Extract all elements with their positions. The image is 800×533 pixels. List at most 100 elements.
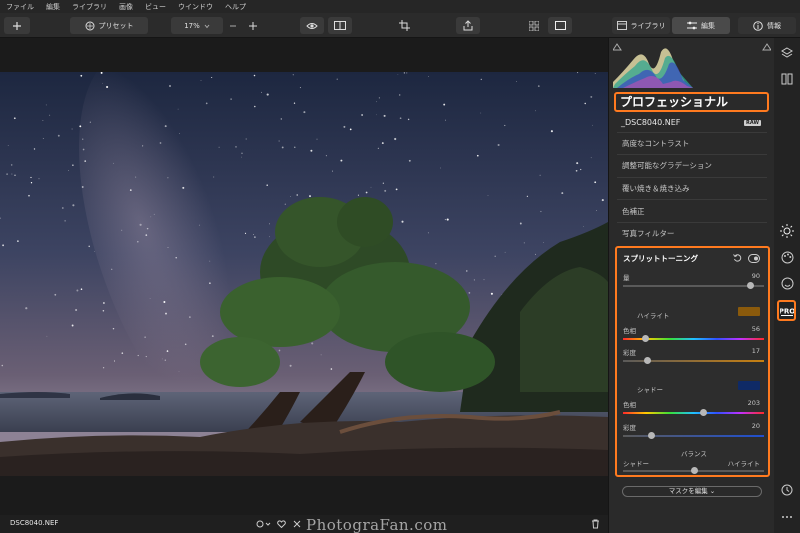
tool-adjustable-gradient[interactable]: 調整可能なグラデーション xyxy=(622,160,712,171)
zoom-out-button[interactable] xyxy=(226,17,240,34)
balance-slider-handle[interactable] xyxy=(690,467,698,474)
color-label-icon[interactable] xyxy=(256,520,272,528)
menu-edit[interactable]: 編集 xyxy=(46,2,60,12)
star xyxy=(519,222,522,225)
trash-icon[interactable] xyxy=(591,519,600,529)
photo-canvas-area[interactable] xyxy=(0,38,608,515)
star xyxy=(6,173,8,175)
add-button[interactable] xyxy=(4,17,30,34)
star xyxy=(376,101,378,103)
section-title-professional[interactable]: プロフェッショナル xyxy=(614,92,769,112)
reset-icon[interactable] xyxy=(733,254,742,263)
menu-view[interactable]: ビュー xyxy=(145,2,166,12)
menu-file[interactable]: ファイル xyxy=(6,2,34,12)
star xyxy=(241,156,242,158)
star xyxy=(179,133,181,134)
menu-library[interactable]: ライブラリ xyxy=(72,2,107,12)
shadows-hue-handle[interactable] xyxy=(699,409,707,416)
star xyxy=(435,263,437,265)
balance-slider[interactable] xyxy=(623,467,764,474)
star xyxy=(253,74,256,77)
reject-icon[interactable] xyxy=(293,520,301,528)
crop-button[interactable] xyxy=(392,17,416,34)
highlights-saturation-handle[interactable] xyxy=(643,357,651,364)
star xyxy=(445,119,447,121)
single-view-button[interactable] xyxy=(548,17,572,34)
menu-window[interactable]: ウインドウ xyxy=(178,2,213,12)
essentials-button[interactable] xyxy=(778,222,796,240)
zoom-select[interactable]: 17% xyxy=(171,17,223,34)
star xyxy=(213,176,215,178)
star xyxy=(129,189,132,191)
share-button[interactable] xyxy=(456,17,480,34)
zoom-in-button[interactable] xyxy=(246,17,260,34)
highlights-saturation-slider[interactable] xyxy=(623,357,764,364)
tool-advanced-contrast[interactable]: 高度なコントラスト xyxy=(622,138,689,149)
tab-library-label: ライブラリ xyxy=(630,21,666,30)
heart-icon[interactable] xyxy=(277,520,286,528)
shadows-color-swatch[interactable] xyxy=(738,381,760,390)
star xyxy=(121,229,123,231)
star xyxy=(407,118,410,121)
chevron-down-icon xyxy=(204,24,210,28)
star xyxy=(483,279,485,281)
highlights-saturation-value: 17 xyxy=(751,347,760,355)
star xyxy=(325,155,327,157)
presets-button[interactable]: プリセット xyxy=(70,17,148,34)
compare-toggle[interactable] xyxy=(328,17,352,34)
star xyxy=(46,335,48,337)
star xyxy=(269,223,270,225)
more-button[interactable] xyxy=(778,508,796,526)
highlights-saturation-label: 彩度 xyxy=(623,349,636,357)
star xyxy=(167,247,169,249)
star xyxy=(102,367,105,369)
portrait-button[interactable] xyxy=(778,274,796,292)
tab-info-label: 情報 xyxy=(767,21,781,30)
amount-value: 90 xyxy=(751,272,760,280)
pro-button[interactable]: PRO xyxy=(777,300,796,321)
grid-view-button[interactable] xyxy=(522,17,546,34)
star xyxy=(102,82,103,84)
star xyxy=(539,174,541,176)
tool-dodge-burn[interactable]: 覆い焼き＆焼き込み xyxy=(622,183,690,194)
star xyxy=(340,159,343,162)
shadows-saturation-slider[interactable] xyxy=(623,432,764,439)
star xyxy=(550,130,553,133)
star xyxy=(164,125,167,128)
preview-toggle[interactable] xyxy=(300,17,324,34)
highlights-hue-handle[interactable] xyxy=(641,335,649,342)
star xyxy=(254,236,256,238)
star xyxy=(80,288,83,290)
amount-slider[interactable] xyxy=(623,282,764,289)
toolbar: プリセット 17% ライブラリ 編集 情報 xyxy=(0,13,800,38)
history-button[interactable] xyxy=(778,481,796,499)
eye-icon xyxy=(306,22,318,29)
star xyxy=(10,164,13,166)
shadows-saturation-handle[interactable] xyxy=(648,432,656,439)
amount-slider-handle[interactable] xyxy=(746,282,754,289)
menu-help[interactable]: ヘルプ xyxy=(225,2,246,12)
highlights-color-swatch[interactable] xyxy=(738,307,760,316)
compare-panel-button[interactable] xyxy=(778,70,796,88)
tool-photo-filter[interactable]: 写真フィルター xyxy=(622,228,674,239)
creative-button[interactable] xyxy=(778,248,796,266)
star xyxy=(382,182,384,184)
star xyxy=(79,125,82,128)
star xyxy=(146,227,149,230)
tab-library[interactable]: ライブラリ xyxy=(612,17,670,34)
crop-icon xyxy=(398,20,410,31)
tab-edit[interactable]: 編集 xyxy=(672,17,730,34)
tab-info[interactable]: 情報 xyxy=(738,17,796,34)
split-toning-title[interactable]: スプリットトーニング xyxy=(623,253,698,264)
highlights-hue-slider[interactable] xyxy=(623,335,764,342)
edit-mask-button[interactable]: マスクを編集 ⌄ xyxy=(622,486,762,497)
star xyxy=(289,364,292,367)
visibility-toggle-icon[interactable] xyxy=(748,254,760,263)
layers-button[interactable] xyxy=(778,44,796,62)
photo-preview[interactable] xyxy=(0,72,608,476)
compare-icon xyxy=(334,21,346,30)
tool-color-correction[interactable]: 色補正 xyxy=(622,206,645,217)
star xyxy=(112,327,115,330)
menu-image[interactable]: 画像 xyxy=(119,2,133,12)
shadows-hue-slider[interactable] xyxy=(623,409,764,416)
